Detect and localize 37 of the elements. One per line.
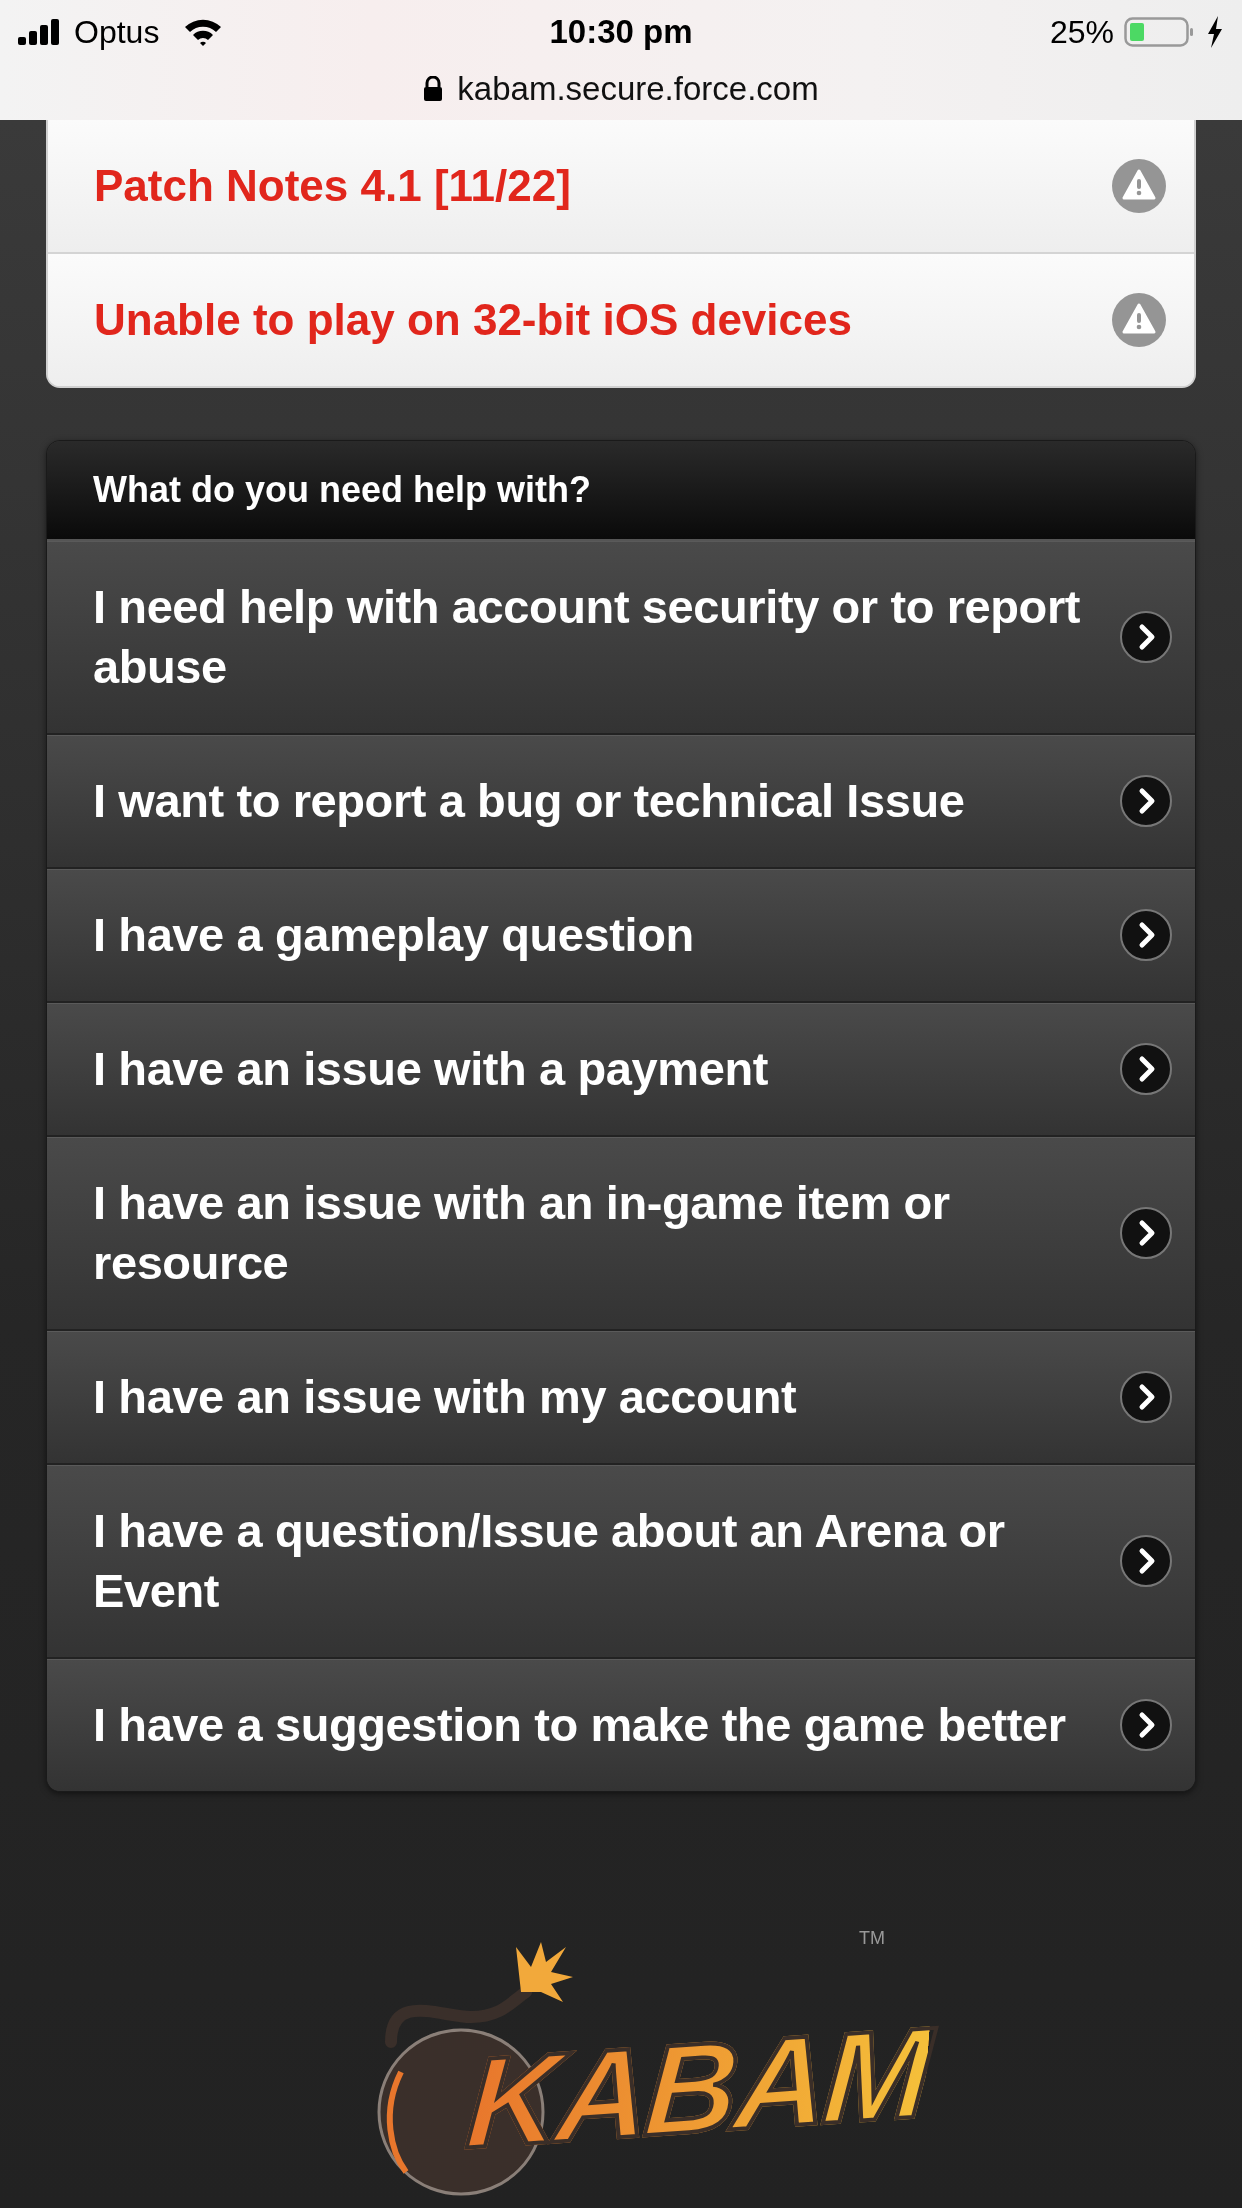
carrier-name: Optus — [74, 13, 160, 51]
charging-icon — [1206, 15, 1224, 49]
chevron-icon — [1119, 774, 1173, 828]
warning-icon — [1112, 159, 1166, 213]
battery-percentage: 25% — [1049, 13, 1114, 51]
help-topic-label: I need help with account security or to report abuse — [93, 579, 1082, 695]
help-topic-label: I have an issue with my account — [93, 1369, 798, 1425]
help-topic-label: I have an issue with a payment — [93, 1041, 769, 1097]
warning-icon — [1112, 293, 1166, 347]
clock-time: 10:30 pm — [549, 13, 693, 51]
help-topic-label: I have an issue with an in-game item or resource — [93, 1175, 951, 1291]
help-topic-row[interactable]: I have an issue with my account — [47, 1329, 1195, 1463]
help-topic-row[interactable]: I have a gameplay question — [47, 867, 1195, 1001]
chevron-icon — [1119, 1206, 1173, 1260]
wifi-icon — [183, 17, 224, 47]
chevron-icon — [1119, 1534, 1173, 1588]
chevron-icon — [1119, 1698, 1173, 1752]
help-topic-label: I have a suggestion to make the game better — [93, 1697, 1067, 1753]
help-topic-row[interactable]: I have a question/Issue about an Arena or Event — [47, 1463, 1195, 1657]
help-topic-row[interactable]: I need help with account security or to report abuse — [47, 541, 1195, 733]
lock-icon — [423, 76, 444, 102]
chevron-icon — [1119, 1370, 1173, 1424]
help-topic-row[interactable]: I have an issue with an in-game item or resource — [47, 1135, 1195, 1329]
chevron-icon — [1119, 1042, 1173, 1096]
trademark-mark: TM — [859, 1928, 885, 1949]
help-topic-row[interactable]: I have a suggestion to make the game better — [47, 1657, 1195, 1791]
chevron-icon — [1119, 908, 1173, 962]
help-topic-label: I want to report a bug or technical Issue — [93, 773, 966, 829]
panel-title: What do you need help with? — [93, 469, 591, 511]
alert-link[interactable]: Patch Notes 4.1 [11/22] — [94, 161, 571, 211]
battery-icon — [1124, 15, 1196, 49]
help-topic-label: I have a question/Issue about an Arena or Event — [93, 1503, 1006, 1619]
help-topic-label: I have a gameplay question — [93, 907, 695, 963]
help-topic-row[interactable]: I have an issue with a payment — [47, 1001, 1195, 1135]
chevron-icon — [1119, 610, 1173, 664]
url-text[interactable]: kabam.secure.force.com — [457, 70, 819, 108]
help-topic-row[interactable]: I want to report a bug or technical Issue — [47, 733, 1195, 867]
